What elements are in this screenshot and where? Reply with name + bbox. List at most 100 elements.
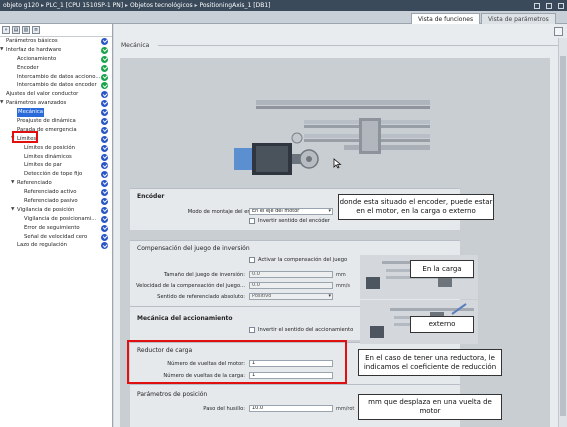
status-check-icon <box>101 135 108 143</box>
nav-item[interactable]: Lazo de regulación <box>0 241 112 250</box>
nav-item[interactable]: Intercambio de datos acciono... <box>0 73 112 82</box>
scrollbar-thumb[interactable] <box>560 56 566 416</box>
expand-arrow-icon[interactable]: ▼ <box>11 206 14 215</box>
nav-item[interactable]: Límites de par <box>0 161 112 170</box>
status-check-icon <box>101 153 108 161</box>
load-gear-highlight-box <box>127 340 347 384</box>
nav-item[interactable]: Preajuste de dinámica <box>0 117 112 126</box>
invert-drive-label: Invertir el sentido del accionamiento <box>258 327 354 333</box>
encoder-note: donde esta situado el encoder, puede est… <box>338 194 494 220</box>
mouse-pointer-icon <box>333 158 342 169</box>
section-divider <box>158 45 558 46</box>
status-check-icon <box>101 224 108 232</box>
expand-arrow-icon[interactable]: ▼ <box>11 179 14 188</box>
list-view-icon[interactable]: ≡ <box>32 26 40 34</box>
status-check-icon <box>101 64 108 72</box>
expand-all-icon[interactable]: » <box>2 26 10 34</box>
navigation-tree: Parámetros básicos ▼ Interfaz de hardware A… <box>0 37 112 250</box>
nav-item[interactable]: ▼ Vigilancia de posición <box>0 206 112 215</box>
nav-item[interactable]: Vigilancia de posicionami... <box>0 215 112 224</box>
backlash-speed-label: Velocidad de la compensación del juego..… <box>135 283 245 289</box>
backlash-speed-input[interactable]: 0.0 <box>249 282 333 289</box>
section-title: Mecánica <box>121 42 150 49</box>
selection-highlight-box <box>12 131 38 143</box>
nav-item-label: Límites de posición <box>24 144 75 151</box>
navigation-panel: » ▤ ▥ ≡ Parámetros básicos ▼ Interfaz de h… <box>0 24 113 427</box>
expand-arrow-icon[interactable]: ▼ <box>0 46 3 55</box>
status-check-icon <box>101 215 108 223</box>
nav-item[interactable]: ▼ Referenciado <box>0 179 112 188</box>
status-check-icon <box>101 180 108 188</box>
nav-item[interactable]: ▼ Parámetros avanzados <box>0 99 112 108</box>
nav-item-label: Encoder <box>17 64 39 71</box>
nav-item-label: Referenciado <box>17 180 52 187</box>
nav-item-label: Ajustes del valor conductor <box>6 91 79 98</box>
nav-item-label: Señal de velocidad cero <box>24 233 88 240</box>
nav-item-label: Error de seguimiento <box>24 224 80 231</box>
breadcrumb-plc[interactable]: PLC_1 [CPU 1510SP-1 PN] <box>46 2 123 9</box>
nav-item-label: Referenciado activo <box>24 189 77 196</box>
invert-encoder-checkbox[interactable] <box>249 218 255 224</box>
nav-item-label: Referenciado pasivo <box>24 198 78 205</box>
nav-item[interactable]: Límites dinámicos <box>0 153 112 162</box>
encoder-mount-select[interactable]: En el eje del motor <box>249 208 333 215</box>
nav-item[interactable]: Señal de velocidad cero <box>0 233 112 242</box>
backlash-size-label: Tamaño del juego de inversión: <box>163 272 245 278</box>
external-encoder-note: externo <box>410 316 474 333</box>
nav-item[interactable]: Intercambio de datos encoder <box>0 81 112 90</box>
status-check-icon <box>101 171 108 179</box>
nav-item[interactable]: Referenciado activo <box>0 188 112 197</box>
invert-encoder-label: Invertir sentido del encóder <box>258 218 330 224</box>
status-check-icon <box>101 82 108 90</box>
breadcrumb-tech-objects[interactable]: Objetos tecnológicos <box>130 2 193 9</box>
vertical-scrollbar[interactable] <box>558 38 567 427</box>
nav-item-label: Preajuste de dinámica <box>17 118 76 125</box>
tab-parameter-view[interactable]: Vista de parámetros <box>481 13 556 24</box>
nav-item-label: Interfaz de hardware <box>6 46 62 53</box>
spindle-pitch-label: Paso del husillo: <box>203 406 245 412</box>
invert-drive-checkbox[interactable] <box>249 327 255 333</box>
motor-spindle-graphic <box>234 100 430 175</box>
position-parameters-title: Parámetros de posición <box>137 391 208 398</box>
tab-function-view[interactable]: Vista de funciones <box>411 13 481 24</box>
activate-backlash-checkbox[interactable] <box>249 257 255 263</box>
nav-item[interactable]: ▼ Interfaz de hardware <box>0 46 112 55</box>
collapse-icon[interactable]: ▥ <box>22 26 30 34</box>
restore-button[interactable] <box>546 2 552 9</box>
nav-item[interactable]: Mecánica <box>0 108 112 118</box>
nav-item[interactable]: Parámetros básicos <box>0 37 112 46</box>
nav-item-label: Accionamiento <box>17 55 57 62</box>
nav-item[interactable]: Referenciado pasivo <box>0 197 112 206</box>
status-check-icon <box>101 55 108 63</box>
spindle-pitch-input[interactable]: 10.0 <box>249 405 333 412</box>
nav-item[interactable]: Accionamiento <box>0 55 112 64</box>
nav-item[interactable]: Detección de tope fijo <box>0 170 112 179</box>
status-check-icon <box>101 242 108 250</box>
status-check-icon <box>101 189 108 197</box>
status-check-icon <box>101 118 108 126</box>
minimize-button[interactable] <box>534 2 540 9</box>
homing-direction-label: Sentido de referenciado absoluto: <box>157 294 245 300</box>
nav-item[interactable]: Encoder <box>0 64 112 73</box>
backlash-size-input[interactable]: 0.0 <box>249 271 333 278</box>
status-check-icon <box>101 233 108 241</box>
tree-view-icon[interactable]: ▤ <box>12 26 20 34</box>
nav-item[interactable]: Límites de posición <box>0 144 112 153</box>
homing-direction-select[interactable]: Positivo <box>249 293 333 300</box>
nav-item[interactable]: Error de seguimiento <box>0 224 112 233</box>
title-bar: objeto g120 ▸ PLC_1 [CPU 1510SP-1 PN] ▸ … <box>0 0 567 11</box>
main-toolbar-icon[interactable] <box>554 27 563 36</box>
nav-item-label: Intercambio de datos encoder <box>17 82 97 89</box>
breadcrumb-project[interactable]: objeto g120 <box>3 2 39 9</box>
backlash-size-unit: mm <box>336 272 346 278</box>
expand-arrow-icon[interactable]: ▼ <box>0 99 3 108</box>
gear-ratio-note: En el caso de tener una reductora, le in… <box>358 349 502 376</box>
status-check-icon <box>101 109 108 117</box>
close-button[interactable] <box>558 2 564 9</box>
drive-mechanics-title: Mecánica del accionamiento <box>137 315 233 322</box>
nav-item[interactable]: Ajustes del valor conductor <box>0 90 112 99</box>
breadcrumb-axis[interactable]: PositioningAxis_1 [DB1] <box>199 2 270 9</box>
window-controls <box>534 0 564 11</box>
nav-item-label: Parámetros avanzados <box>6 100 67 107</box>
status-check-icon <box>101 38 108 45</box>
